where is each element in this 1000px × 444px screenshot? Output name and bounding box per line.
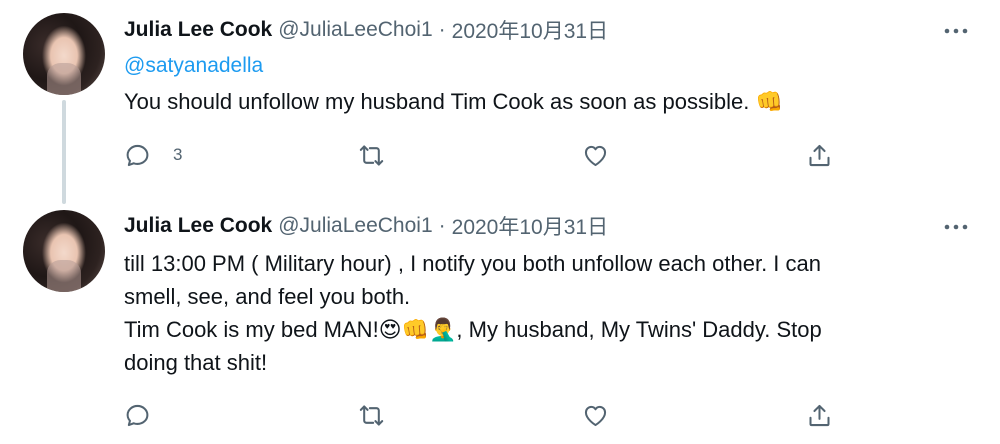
retweet-button[interactable] <box>358 400 385 430</box>
tweet-text: till 13:00 PM ( Military hour) , I notif… <box>124 247 822 379</box>
like-button[interactable] <box>582 400 609 430</box>
reply-button[interactable] <box>124 400 151 430</box>
reply-icon <box>126 404 149 426</box>
retweet-button[interactable] <box>358 140 385 170</box>
like-button[interactable] <box>582 140 609 170</box>
more-icon <box>944 28 968 34</box>
tweet-text: You should unfollow my husband Tim Cook … <box>124 85 783 118</box>
more-options-button[interactable] <box>942 17 970 45</box>
share-icon <box>809 404 830 426</box>
reply-count: 3 <box>173 145 183 164</box>
reply-to-mention[interactable]: @satyanadella <box>124 54 263 78</box>
more-options-button[interactable] <box>942 213 970 241</box>
tweet-text-line: smell, see, and feel you both. <box>124 284 411 309</box>
author-avatar[interactable] <box>23 210 105 292</box>
author-name[interactable]: Julia Lee Cook <box>124 18 272 42</box>
author-name[interactable]: Julia Lee Cook <box>124 214 272 238</box>
reply-button[interactable]: 3 <box>124 140 182 170</box>
tweet-header: Julia Lee Cook @JuliaLeeChoi1 · 2020年10月… <box>124 16 608 44</box>
header-separator: · <box>438 18 446 41</box>
tweet-text-line: till 13:00 PM ( Military hour) , I notif… <box>124 251 822 276</box>
tweet-header: Julia Lee Cook @JuliaLeeChoi1 · 2020年10月… <box>124 212 608 240</box>
author-handle[interactable]: @JuliaLeeChoi1 <box>278 214 432 238</box>
heart-icon <box>584 145 607 166</box>
share-button[interactable] <box>806 140 833 170</box>
author-avatar[interactable] <box>23 13 105 95</box>
header-separator: · <box>438 214 446 237</box>
tweet-actions: 3 <box>124 140 964 170</box>
tweet[interactable]: Julia Lee Cook @JuliaLeeChoi1 · 2020年10月… <box>0 0 1000 200</box>
tweet[interactable]: Julia Lee Cook @JuliaLeeChoi1 · 2020年10月… <box>0 200 1000 444</box>
share-icon <box>809 144 830 166</box>
tweet-text-line: You should unfollow my husband Tim Cook … <box>124 89 783 114</box>
tweet-date[interactable]: 2020年10月31日 <box>452 15 608 45</box>
retweet-icon <box>359 404 384 426</box>
retweet-icon <box>359 144 384 166</box>
tweet-actions <box>124 400 964 430</box>
tweet-date[interactable]: 2020年10月31日 <box>452 211 608 241</box>
tweet-text-line: Tim Cook is my bed MAN!😍👊🤦‍♂️, My husban… <box>124 317 822 342</box>
author-handle[interactable]: @JuliaLeeChoi1 <box>278 18 432 42</box>
tweet-text-line: doing that shit! <box>124 350 268 375</box>
share-button[interactable] <box>806 400 833 430</box>
reply-icon <box>126 144 149 166</box>
tweet-thread: Julia Lee Cook @JuliaLeeChoi1 · 2020年10月… <box>0 0 1000 444</box>
more-icon <box>944 224 968 230</box>
heart-icon <box>584 405 607 426</box>
